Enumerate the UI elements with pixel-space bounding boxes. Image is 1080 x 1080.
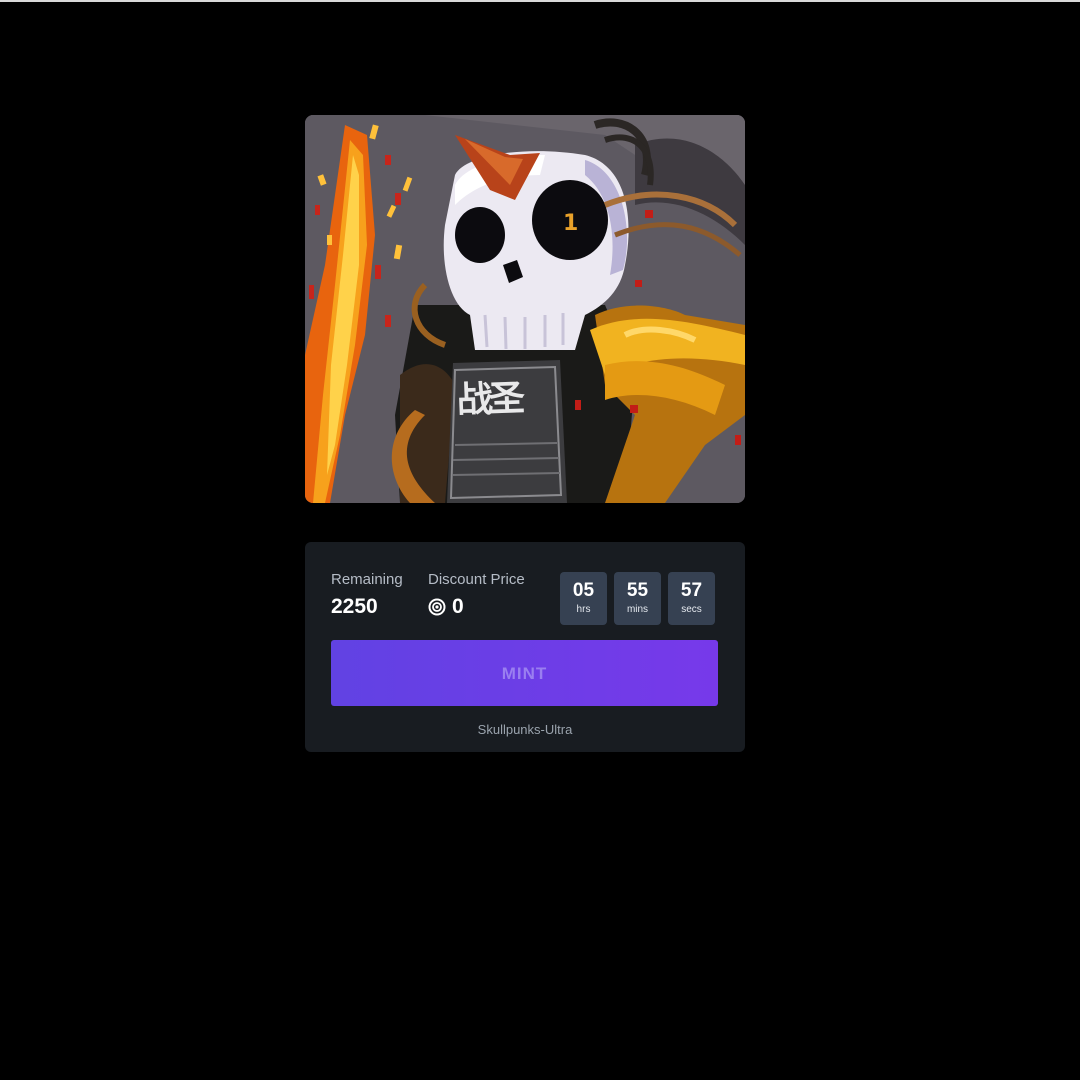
countdown-seconds: 57 secs bbox=[668, 572, 715, 625]
countdown-seconds-unit: secs bbox=[681, 604, 702, 615]
countdown-hours-value: 05 bbox=[572, 580, 595, 601]
countdown-seconds-value: 57 bbox=[680, 580, 703, 601]
collection-name: Skullpunks-Ultra bbox=[477, 722, 573, 737]
coin-icon bbox=[428, 598, 446, 616]
discount-price-value: 0 bbox=[428, 595, 525, 619]
remaining-stat: Remaining 2250 bbox=[331, 571, 403, 619]
countdown-hours-unit: hrs bbox=[576, 604, 591, 615]
top-divider bbox=[0, 0, 1080, 2]
discount-price-amount: 0 bbox=[452, 595, 464, 618]
remaining-label: Remaining bbox=[331, 571, 403, 588]
remaining-value: 2250 bbox=[331, 595, 403, 619]
countdown-minutes-unit: mins bbox=[626, 604, 649, 615]
discount-price-label: Discount Price bbox=[428, 571, 525, 588]
mint-button[interactable]: MINT bbox=[331, 640, 718, 706]
countdown-minutes: 55 mins bbox=[614, 572, 661, 625]
nft-artwork: 战圣 1 bbox=[305, 115, 745, 503]
mint-panel: Remaining 2250 Discount Price 0 05 hrs 5… bbox=[305, 542, 745, 752]
countdown-minutes-value: 55 bbox=[626, 580, 649, 601]
countdown-hours: 05 hrs bbox=[560, 572, 607, 625]
eye-mark: 1 bbox=[563, 211, 578, 236]
chest-glyphs: 战圣 bbox=[456, 378, 525, 421]
remaining-count: 2250 bbox=[331, 595, 378, 618]
discount-price-stat: Discount Price 0 bbox=[428, 571, 525, 619]
